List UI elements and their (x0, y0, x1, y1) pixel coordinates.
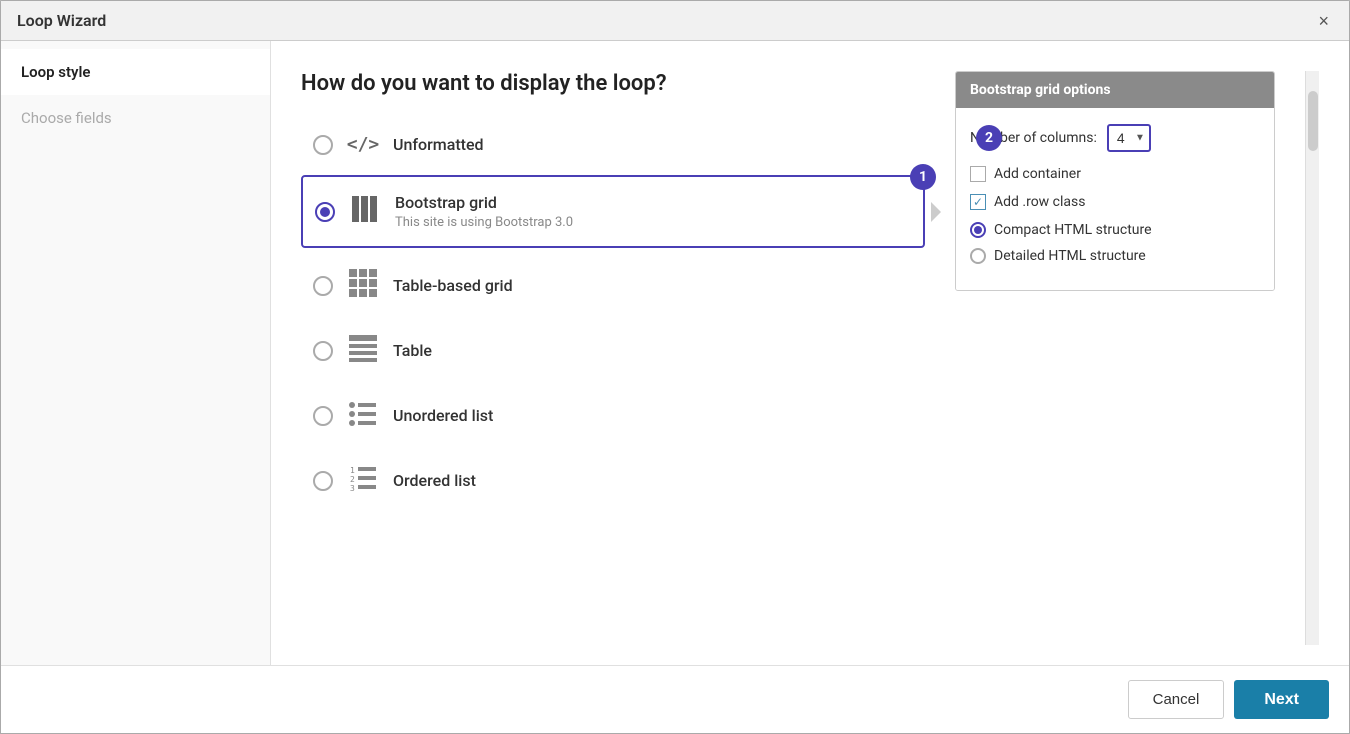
bootstrap-grid-icon (347, 194, 383, 229)
svg-text:2: 2 (350, 475, 355, 484)
option-label-group-unformatted: Unformatted (393, 135, 484, 154)
left-panel: How do you want to display the loop? </>… (301, 71, 925, 645)
option-unordered-list[interactable]: Unordered list (301, 388, 925, 443)
radio-table-based-grid[interactable] (313, 276, 333, 296)
add-container-label: Add container (994, 166, 1081, 182)
add-container-row[interactable]: Add container (970, 166, 1260, 182)
add-container-checkbox[interactable] (970, 166, 986, 182)
option-table-based-grid[interactable]: Table-based grid (301, 258, 925, 313)
option-table[interactable]: Table (301, 323, 925, 378)
option-unformatted[interactable]: </> Unformatted (301, 124, 925, 165)
option-label-group-ordered: Ordered list (393, 471, 476, 490)
svg-text:3: 3 (350, 484, 355, 493)
scrollbar-thumb[interactable] (1308, 91, 1318, 151)
svg-text:1: 1 (350, 466, 355, 475)
radio-bootstrap-grid[interactable] (315, 202, 335, 222)
option-label-group-bootstrap: Bootstrap grid This site is using Bootst… (395, 193, 573, 230)
radio-unordered-list[interactable] (313, 406, 333, 426)
scrollbar[interactable] (1305, 71, 1319, 645)
dialog-title: Loop Wizard (17, 11, 106, 30)
sidebar: Loop style Choose fields (1, 41, 271, 665)
unordered-list-icon (345, 398, 381, 433)
checkmark-icon: ✓ (973, 195, 983, 209)
option-ordered-list[interactable]: 1 2 3 Ordered list (301, 453, 925, 508)
option-bootstrap-grid[interactable]: Bootstrap grid This site is using Bootst… (301, 175, 925, 248)
badge-2: 2 (976, 125, 1002, 151)
options-panel-body: Number of columns: 1 2 3 4 5 6 (956, 108, 1274, 290)
compact-html-radio-inner (974, 226, 982, 234)
detailed-html-radio[interactable] (970, 248, 986, 264)
dialog-titlebar: Loop Wizard × (1, 1, 1349, 41)
right-panel: Bootstrap grid options Number of columns… (955, 71, 1275, 645)
radio-ordered-list[interactable] (313, 471, 333, 491)
sidebar-item-choose-fields[interactable]: Choose fields (1, 95, 270, 141)
dialog-body: Loop style Choose fields How do you want… (1, 41, 1349, 665)
selected-arrow (931, 202, 941, 222)
compact-html-row[interactable]: Compact HTML structure (970, 222, 1260, 238)
options-panel-header: Bootstrap grid options (956, 72, 1274, 108)
ordered-list-icon: 1 2 3 (345, 463, 381, 498)
detailed-html-row[interactable]: Detailed HTML structure (970, 248, 1260, 264)
table-icon (345, 333, 381, 368)
columns-row: Number of columns: 1 2 3 4 5 6 (970, 124, 1260, 152)
radio-unformatted[interactable] (313, 135, 333, 155)
main-content: How do you want to display the loop? </>… (271, 41, 1349, 665)
radio-table[interactable] (313, 341, 333, 361)
table-based-grid-icon (345, 268, 381, 303)
option-label-group-table-grid: Table-based grid (393, 276, 513, 295)
compact-html-label: Compact HTML structure (994, 222, 1152, 238)
add-row-class-label: Add .row class (994, 194, 1085, 210)
code-icon: </> (345, 134, 381, 155)
next-button[interactable]: Next (1234, 680, 1329, 719)
sidebar-item-loop-style[interactable]: Loop style (1, 49, 270, 95)
bootstrap-options-panel: Bootstrap grid options Number of columns… (955, 71, 1275, 291)
cancel-button[interactable]: Cancel (1128, 680, 1225, 719)
columns-select-wrap: 1 2 3 4 5 6 ▼ (1107, 124, 1151, 152)
main-question: How do you want to display the loop? (301, 71, 925, 96)
detailed-html-label: Detailed HTML structure (994, 248, 1146, 264)
compact-html-radio[interactable] (970, 222, 986, 238)
dialog-footer: Cancel Next (1, 665, 1349, 733)
add-row-class-row[interactable]: ✓ Add .row class (970, 194, 1260, 210)
option-label-group-table: Table (393, 341, 432, 360)
loop-wizard-dialog: Loop Wizard × Loop style Choose fields H… (0, 0, 1350, 734)
close-button[interactable]: × (1314, 12, 1333, 30)
radio-inner (320, 207, 330, 217)
badge-1: 1 (910, 164, 936, 190)
columns-select[interactable]: 1 2 3 4 5 6 (1107, 124, 1151, 152)
add-row-class-checkbox[interactable]: ✓ (970, 194, 986, 210)
option-label-group-unordered: Unordered list (393, 406, 493, 425)
